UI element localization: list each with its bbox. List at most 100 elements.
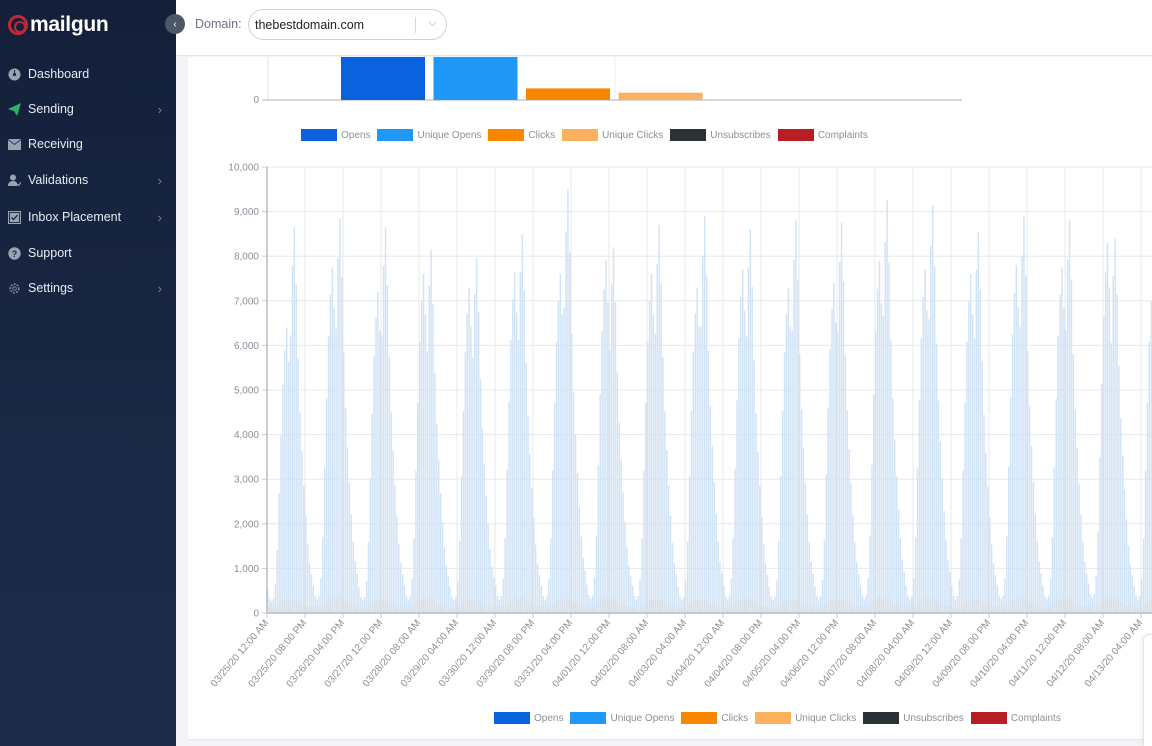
bar-opens[interactable] — [975, 269, 978, 613]
bar-clicks[interactable] — [308, 606, 311, 613]
bar-clicks[interactable] — [299, 603, 301, 613]
bar-clicks[interactable] — [320, 605, 322, 613]
bar-opens[interactable] — [1116, 294, 1118, 613]
bar-clicks[interactable] — [1072, 601, 1075, 613]
bar-clicks[interactable] — [595, 605, 598, 613]
bar-clicks[interactable] — [869, 605, 871, 613]
bar-clicks[interactable] — [740, 598, 742, 613]
bar-opens[interactable] — [755, 413, 757, 613]
bar-clicks[interactable] — [825, 603, 828, 613]
bar-clicks[interactable] — [436, 602, 438, 613]
bar-opens[interactable] — [878, 260, 881, 613]
bar-clicks[interactable] — [840, 598, 843, 613]
bar-opens[interactable] — [1006, 536, 1008, 613]
bar-opens[interactable] — [935, 343, 938, 613]
bar-opens[interactable] — [971, 314, 974, 613]
bar-clicks[interactable] — [823, 605, 826, 613]
bar-clicks[interactable] — [707, 602, 710, 613]
bar-clicks[interactable] — [569, 599, 571, 613]
bar-opens[interactable] — [618, 422, 620, 613]
bar-clicks[interactable] — [517, 599, 520, 613]
bar-clicks[interactable] — [1137, 607, 1139, 613]
bar-opens[interactable] — [707, 351, 710, 613]
bar-opens[interactable] — [379, 330, 381, 613]
bar-clicks[interactable] — [922, 598, 924, 613]
bar-clicks[interactable] — [375, 600, 377, 613]
bar-clicks[interactable] — [911, 607, 913, 613]
bar-opens[interactable] — [844, 355, 847, 613]
bar-opens[interactable] — [305, 516, 307, 613]
bar-clicks[interactable] — [523, 598, 525, 613]
bar-clicks[interactable] — [1089, 607, 1092, 613]
bar-opens[interactable] — [1127, 545, 1130, 613]
bar-clicks[interactable] — [884, 597, 886, 613]
bar-opens[interactable] — [1053, 467, 1056, 613]
bar-opens[interactable] — [519, 271, 522, 613]
bar-opens[interactable] — [901, 559, 904, 613]
bar-clicks[interactable] — [662, 601, 664, 613]
domain-select[interactable]: thebestdomain.com ⌵ — [248, 9, 447, 40]
bar-clicks[interactable] — [709, 603, 712, 613]
bar-clicks[interactable] — [1087, 606, 1090, 613]
bar-opens[interactable] — [485, 495, 487, 613]
bar-opens[interactable] — [287, 361, 290, 613]
bar-clicks[interactable] — [1080, 605, 1082, 613]
bar-clicks[interactable] — [276, 605, 278, 613]
bar-clicks[interactable] — [483, 604, 486, 613]
bar-opens[interactable] — [580, 536, 582, 613]
bar-clicks[interactable] — [895, 603, 898, 613]
bar-clicks[interactable] — [806, 605, 809, 613]
bar-opens[interactable] — [417, 402, 419, 613]
bar-opens[interactable] — [341, 277, 343, 613]
bar-opens[interactable] — [331, 267, 334, 613]
bar-clicks[interactable] — [449, 607, 451, 613]
bar-opens[interactable] — [536, 563, 539, 613]
bar-clicks[interactable] — [1082, 606, 1084, 613]
bar-opens[interactable] — [673, 562, 676, 613]
bar-clicks[interactable] — [1025, 599, 1027, 613]
legend-item-opens[interactable]: Opens — [494, 712, 563, 724]
bar-clicks[interactable] — [875, 599, 877, 613]
bar-opens[interactable] — [1106, 242, 1109, 613]
bar-clicks[interactable] — [559, 598, 562, 613]
bar-opens[interactable] — [1032, 482, 1035, 613]
bar-clicks[interactable] — [403, 606, 406, 613]
bar-opens[interactable] — [924, 269, 926, 613]
bar-opens[interactable] — [1009, 397, 1012, 613]
bar-opens[interactable] — [595, 535, 598, 613]
bar-opens[interactable] — [1008, 466, 1010, 613]
bar-clicks[interactable] — [1110, 600, 1113, 613]
bar-opens[interactable] — [394, 485, 396, 613]
bar-opens[interactable] — [1099, 457, 1101, 613]
bar-clicks[interactable] — [1122, 603, 1124, 613]
bar-opens[interactable] — [603, 288, 605, 613]
bar-opens[interactable] — [415, 470, 417, 613]
bar-clicks[interactable] — [514, 596, 516, 613]
bar-clicks[interactable] — [810, 606, 812, 613]
bar-clicks[interactable] — [538, 606, 541, 613]
bar-opens[interactable] — [939, 441, 942, 613]
bar-opens[interactable] — [517, 340, 520, 613]
bar-opens[interactable] — [736, 400, 738, 613]
bar-clicks[interactable] — [324, 602, 326, 613]
bar-clicks[interactable] — [409, 607, 411, 613]
bar-opens[interactable] — [753, 359, 755, 613]
bar-clicks[interactable] — [552, 603, 554, 613]
bar-opens[interactable] — [852, 515, 854, 613]
bar-clicks[interactable] — [799, 602, 801, 613]
bar-opens[interactable] — [749, 229, 752, 613]
bar-opens[interactable] — [698, 326, 700, 613]
bar-clicks[interactable] — [365, 607, 368, 613]
bar-clicks[interactable] — [635, 607, 638, 613]
bar-opens[interactable] — [802, 448, 805, 613]
bar-clicks[interactable] — [1036, 605, 1038, 613]
bar-opens[interactable] — [282, 384, 284, 613]
bar-opens[interactable] — [1057, 336, 1059, 613]
bar-clicks[interactable] — [964, 602, 966, 613]
bar-clicks[interactable] — [1104, 598, 1107, 613]
bar-clicks[interactable] — [827, 601, 829, 613]
bar-clicks[interactable] — [401, 607, 404, 613]
bar-opens[interactable] — [964, 402, 966, 613]
bar-clicks[interactable] — [970, 598, 972, 613]
bar-clicks[interactable] — [601, 599, 603, 613]
